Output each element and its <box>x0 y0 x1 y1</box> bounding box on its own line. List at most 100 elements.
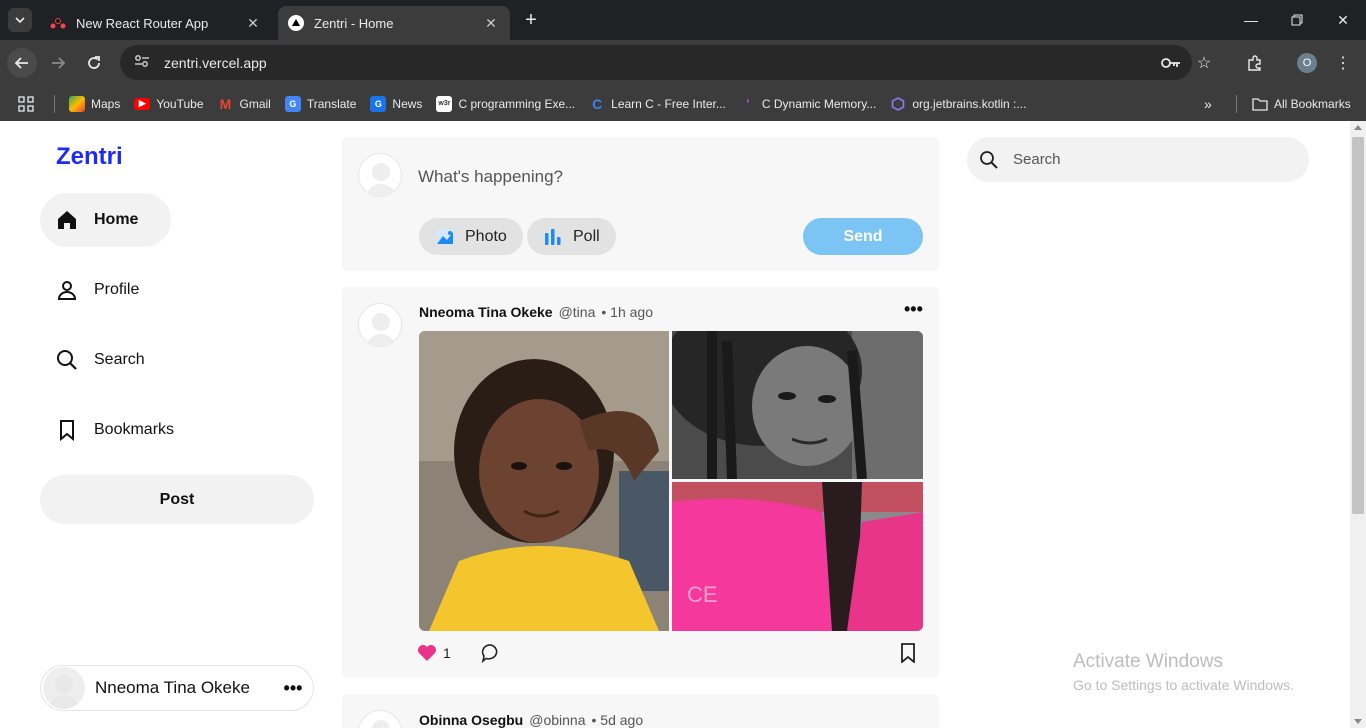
nav-item-search[interactable]: Search <box>40 333 145 387</box>
post-image-grid: CE <box>419 331 923 631</box>
app-logo[interactable]: Zentri <box>56 143 123 171</box>
composer-input[interactable]: What's happening? <box>418 167 563 187</box>
bookmark-icon <box>901 643 915 664</box>
scroll-down-arrow-icon[interactable] <box>1354 719 1362 724</box>
close-tab-icon[interactable]: ✕ <box>244 15 262 32</box>
post-image[interactable] <box>419 331 669 631</box>
bookmark-learn-c[interactable]: C Learn C - Free Inter... <box>589 96 726 112</box>
current-user-card[interactable]: Nneoma Tina Okeke ••• <box>40 665 314 711</box>
post-author-handle: @obinna <box>529 712 586 728</box>
bookmark-icon <box>56 419 78 441</box>
poll-button[interactable]: Poll <box>527 218 616 255</box>
password-key-icon[interactable] <box>1156 48 1186 78</box>
tab-search-button[interactable] <box>8 8 32 32</box>
avatar[interactable] <box>358 303 402 347</box>
address-bar[interactable]: zentri.vercel.app <box>120 45 1192 80</box>
post-actions: 1 <box>417 643 501 663</box>
bookmark-label: YouTube <box>156 96 204 111</box>
bookmark-label: Maps <box>91 96 121 111</box>
search-placeholder: Search <box>1013 151 1061 168</box>
bookmark-news[interactable]: G News <box>370 95 422 112</box>
app-page: Zentri Home Profile Search Bookmarks Pos… <box>0 121 1366 728</box>
more-bookmarks-icon[interactable]: » <box>1204 96 1212 112</box>
post-timestamp: • 5d ago <box>591 712 644 728</box>
arrow-left-icon <box>14 57 28 69</box>
tab-title: Zentri - Home <box>314 15 394 31</box>
w3r-icon: w3r <box>436 95 453 112</box>
search-icon <box>980 150 998 169</box>
post-author-name[interactable]: Obinna Osegbu <box>419 712 523 728</box>
site-info-icon[interactable] <box>134 54 152 71</box>
maps-icon <box>69 95 85 112</box>
extensions-icon[interactable] <box>1240 48 1270 78</box>
poll-icon <box>545 228 561 245</box>
windows-activation-watermark: Activate Windows Go to Settings to activ… <box>1073 651 1294 693</box>
post-author-handle: @tina <box>558 304 596 320</box>
bookmark-c-dynamic[interactable]: ʻ C Dynamic Memory... <box>740 96 876 112</box>
like-button[interactable]: 1 <box>417 644 451 662</box>
forward-button[interactable] <box>43 48 73 78</box>
post-author-name[interactable]: Nneoma Tina Okeke <box>419 304 553 320</box>
all-bookmarks[interactable]: All Bookmarks <box>1252 96 1351 112</box>
page-scrollbar[interactable] <box>1350 121 1366 728</box>
comment-button[interactable] <box>481 643 501 663</box>
bookmark-youtube[interactable]: ▶ YouTube <box>134 96 204 111</box>
new-tab-button[interactable]: + <box>520 9 542 31</box>
c-icon: C <box>592 95 603 112</box>
chevron-down-icon <box>15 17 25 24</box>
browser-tab-zentri[interactable]: Zentri - Home ✕ <box>278 6 510 40</box>
reload-icon <box>88 56 100 69</box>
profile-avatar[interactable]: O <box>1297 53 1317 73</box>
restore-button[interactable] <box>1274 0 1320 40</box>
react-router-icon <box>50 15 66 31</box>
browser-menu-icon[interactable]: ⋮ <box>1328 48 1358 78</box>
nav-item-home[interactable]: Home <box>40 193 171 247</box>
more-options-icon[interactable]: ••• <box>273 678 313 699</box>
bookmark-translate[interactable]: G Translate <box>284 95 356 112</box>
browser-tab-strip: New React Router App ✕ Zentri - Home ✕ +… <box>0 0 1366 40</box>
send-button[interactable]: Send <box>803 218 923 255</box>
photo-button[interactable]: Photo <box>419 218 523 255</box>
home-icon <box>56 209 78 231</box>
minimize-button[interactable]: — <box>1228 0 1274 40</box>
bookmark-post-button[interactable] <box>899 643 917 668</box>
bookmark-c-programming[interactable]: w3r C programming Exe... <box>436 95 575 112</box>
bookmark-maps[interactable]: Maps <box>69 95 121 112</box>
back-button[interactable] <box>7 48 37 78</box>
close-tab-icon[interactable]: ✕ <box>482 15 500 32</box>
arrow-right-icon <box>52 57 66 69</box>
post-image[interactable]: CE <box>672 482 923 631</box>
hex-icon <box>890 96 906 112</box>
bookmark-gmail[interactable]: M Gmail <box>218 96 271 112</box>
tab-title: New React Router App <box>76 15 209 31</box>
photo-label: Photo <box>465 227 507 245</box>
avatar <box>43 667 85 709</box>
reload-button[interactable] <box>79 48 109 78</box>
person-icon <box>56 279 78 301</box>
post-header: Obinna Osegbu @obinna • 5d ago <box>419 712 643 728</box>
post-more-icon[interactable]: ••• <box>904 299 923 320</box>
close-window-button[interactable]: ✕ <box>1320 0 1366 40</box>
heart-icon <box>418 645 436 661</box>
browser-tab-react-router[interactable]: New React Router App ✕ <box>40 6 272 40</box>
url-text[interactable]: zentri.vercel.app <box>164 55 267 71</box>
nav-item-bookmarks[interactable]: Bookmarks <box>40 403 174 457</box>
post-image[interactable] <box>672 331 923 479</box>
bookmarks-divider <box>54 94 55 113</box>
scrollbar-thumb[interactable] <box>1352 137 1364 514</box>
bookmark-label: All Bookmarks <box>1274 96 1351 111</box>
avatar[interactable] <box>358 710 402 728</box>
sidebar-search-input[interactable]: Search <box>967 137 1309 182</box>
post-card: Obinna Osegbu @obinna • 5d ago <box>342 694 939 728</box>
bookmark-kotlin[interactable]: org.jetbrains.kotlin :... <box>890 96 1026 112</box>
nav-item-profile[interactable]: Profile <box>40 263 139 317</box>
browser-toolbar: zentri.vercel.app ☆ O ⋮ <box>0 40 1366 86</box>
poll-label: Poll <box>573 227 600 245</box>
bookmark-star-icon[interactable]: ☆ <box>1189 48 1219 78</box>
post-button[interactable]: Post <box>40 475 314 524</box>
news-icon: G <box>370 95 387 112</box>
scroll-up-arrow-icon[interactable] <box>1354 125 1362 130</box>
cdm-icon: ʻ <box>746 96 750 111</box>
apps-grid-icon[interactable] <box>18 95 34 112</box>
bookmark-label: C Dynamic Memory... <box>761 96 877 111</box>
